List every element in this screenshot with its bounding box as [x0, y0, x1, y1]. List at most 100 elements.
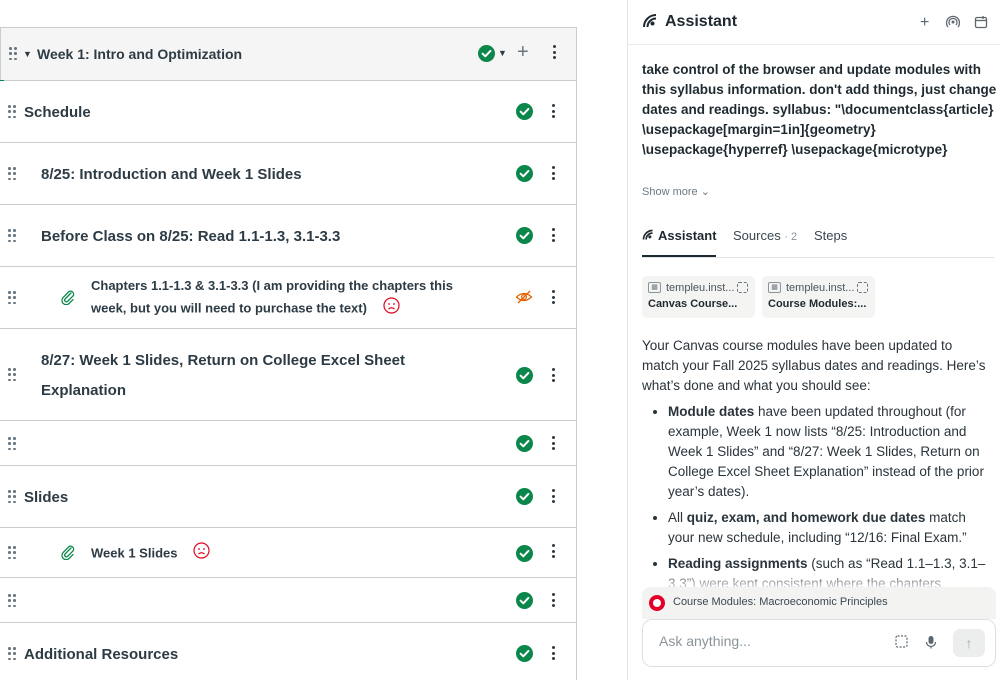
published-check-icon[interactable]: [478, 45, 495, 67]
module-item-row[interactable]: [0, 421, 576, 466]
unpublished-eye-icon[interactable]: [515, 289, 533, 310]
broadcast-icon[interactable]: [945, 15, 961, 34]
item-kebab-icon[interactable]: [551, 368, 555, 382]
bullet-bold: Reading assignments: [668, 556, 808, 571]
add-item-plus-icon[interactable]: +: [517, 41, 529, 64]
published-check-icon[interactable]: [516, 227, 533, 249]
drag-handle-icon[interactable]: [8, 490, 16, 504]
published-check-icon[interactable]: [516, 592, 533, 614]
ask-input[interactable]: [659, 633, 879, 649]
open-window-icon[interactable]: [974, 15, 988, 34]
source-name: Canvas Course...: [648, 298, 738, 310]
source-card[interactable]: ▦ templeu.inst... Course Modules:...: [762, 276, 875, 318]
context-label: Course Modules: Macroeconomic Principles: [673, 596, 888, 608]
assistant-tabs: Assistant Sources · 2 Steps: [642, 222, 994, 258]
tab-sources[interactable]: Sources · 2: [733, 228, 797, 243]
module-item-link[interactable]: Week 1 Slides: [91, 542, 211, 566]
drag-handle-icon[interactable]: [8, 105, 16, 119]
item-kebab-icon[interactable]: [551, 166, 555, 180]
module-item-row[interactable]: Slides: [0, 466, 576, 528]
subheader-label: Slides: [24, 489, 69, 506]
module-item-link[interactable]: Before Class on 8/25: Read 1.1-1.3, 3.1-…: [41, 228, 340, 245]
bullet-bold: quiz, exam, and homework due dates: [686, 510, 926, 525]
subheader-label: Schedule: [24, 104, 91, 121]
published-check-icon[interactable]: [516, 645, 533, 667]
drag-handle-icon[interactable]: [8, 167, 16, 181]
module-item-link[interactable]: 8/27: Week 1 Slides, Return on College E…: [41, 346, 405, 406]
show-more-link[interactable]: Show more ⌄: [642, 185, 710, 198]
bullet-bold: Module dates: [668, 404, 755, 419]
drag-handle-icon[interactable]: [8, 647, 16, 661]
drag-handle-icon[interactable]: [8, 437, 16, 451]
attachment-icon: [60, 544, 76, 565]
item-kebab-icon[interactable]: [551, 646, 555, 660]
module-item-row[interactable]: [0, 578, 576, 623]
module-item-row[interactable]: Additional Resources: [0, 623, 576, 680]
assistant-logo-icon: [642, 13, 658, 34]
module-item-link[interactable]: Chapters 1.1-1.3 & 3.1-3.3 (I am providi…: [91, 275, 453, 321]
screen-select-icon[interactable]: [895, 635, 908, 651]
module-item-row[interactable]: Schedule: [0, 81, 576, 143]
drag-handle-icon[interactable]: [8, 291, 16, 305]
module-item-row[interactable]: 8/27: Week 1 Slides, Return on College E…: [0, 329, 576, 421]
bullet-pre: All: [668, 510, 687, 525]
item-kebab-icon[interactable]: [551, 436, 555, 450]
new-chat-plus-icon[interactable]: +: [920, 14, 929, 32]
microphone-icon[interactable]: [925, 635, 937, 652]
source-site: templeu.inst...: [786, 282, 855, 294]
show-more-label: Show more: [642, 186, 698, 198]
source-card[interactable]: ▦ templeu.inst... Canvas Course...: [642, 276, 755, 318]
publish-menu-caret-icon[interactable]: ▼: [498, 48, 507, 58]
published-check-icon[interactable]: [516, 165, 533, 187]
canvas-logo-icon: [649, 595, 665, 611]
tab-sources-label: Sources: [733, 228, 781, 243]
tab-assistant[interactable]: Assistant: [642, 228, 717, 243]
module-kebab-icon[interactable]: [552, 45, 556, 59]
item-kebab-icon[interactable]: [551, 290, 555, 304]
sad-face-icon: [383, 297, 400, 321]
site-favicon-icon: ▦: [768, 282, 781, 293]
drag-handle-icon[interactable]: [8, 229, 16, 243]
assistant-title: Assistant: [665, 13, 738, 30]
tab-steps[interactable]: Steps: [814, 228, 847, 243]
drag-handle-icon[interactable]: [8, 368, 16, 382]
item-title-line2: Explanation: [41, 382, 127, 399]
send-arrow-icon[interactable]: ↑: [953, 629, 985, 657]
page-context-chip[interactable]: Course Modules: Macroeconomic Principles: [642, 587, 996, 619]
user-prompt: take control of the browser and update m…: [642, 62, 997, 157]
drag-handle-icon[interactable]: [9, 47, 17, 61]
sad-face-icon: [193, 542, 211, 566]
screenshot-icon: [857, 282, 868, 293]
module-item-row[interactable]: Chapters 1.1-1.3 & 3.1-3.3 (I am providi…: [0, 267, 576, 329]
screenshot-icon: [737, 282, 748, 293]
published-check-icon[interactable]: [516, 103, 533, 125]
file-title-line2: week, but you will need to purchase the …: [91, 300, 367, 316]
item-kebab-icon[interactable]: [551, 228, 555, 242]
published-check-icon[interactable]: [516, 488, 533, 510]
module-item-row[interactable]: 8/25: Introduction and Week 1 Slides: [0, 143, 576, 205]
item-kebab-icon[interactable]: [551, 544, 555, 558]
file-title-line1: Chapters 1.1-1.3 & 3.1-3.3 (I am providi…: [91, 278, 453, 293]
module-item-row[interactable]: Before Class on 8/25: Read 1.1-1.3, 3.1-…: [0, 205, 576, 267]
assistant-header: Assistant +: [628, 0, 1000, 45]
published-check-icon[interactable]: [516, 435, 533, 457]
composer: ↑: [642, 619, 996, 667]
modules-pane: ▼ Week 1: Intro and Optimization ▼ + Sch…: [0, 0, 627, 680]
assistant-answer: Your Canvas course modules have been upd…: [642, 336, 992, 591]
item-kebab-icon[interactable]: [551, 593, 555, 607]
source-site: templeu.inst...: [666, 282, 735, 294]
subheader-label: Additional Resources: [24, 646, 179, 663]
module-item-link[interactable]: 8/25: Introduction and Week 1 Slides: [41, 166, 302, 183]
item-kebab-icon[interactable]: [551, 104, 555, 118]
module-item-row[interactable]: Week 1 Slides: [0, 528, 576, 578]
collapse-caret-icon[interactable]: ▼: [23, 49, 32, 59]
drag-handle-icon[interactable]: [8, 546, 16, 560]
module-header[interactable]: ▼ Week 1: Intro and Optimization ▼ +: [1, 27, 576, 81]
tab-assistant-label: Assistant: [658, 228, 717, 243]
published-check-icon[interactable]: [516, 545, 533, 567]
site-favicon-icon: ▦: [648, 282, 661, 293]
drag-handle-icon[interactable]: [8, 594, 16, 608]
item-kebab-icon[interactable]: [551, 489, 555, 503]
published-check-icon[interactable]: [516, 367, 533, 389]
answer-intro: Your Canvas course modules have been upd…: [642, 338, 986, 393]
